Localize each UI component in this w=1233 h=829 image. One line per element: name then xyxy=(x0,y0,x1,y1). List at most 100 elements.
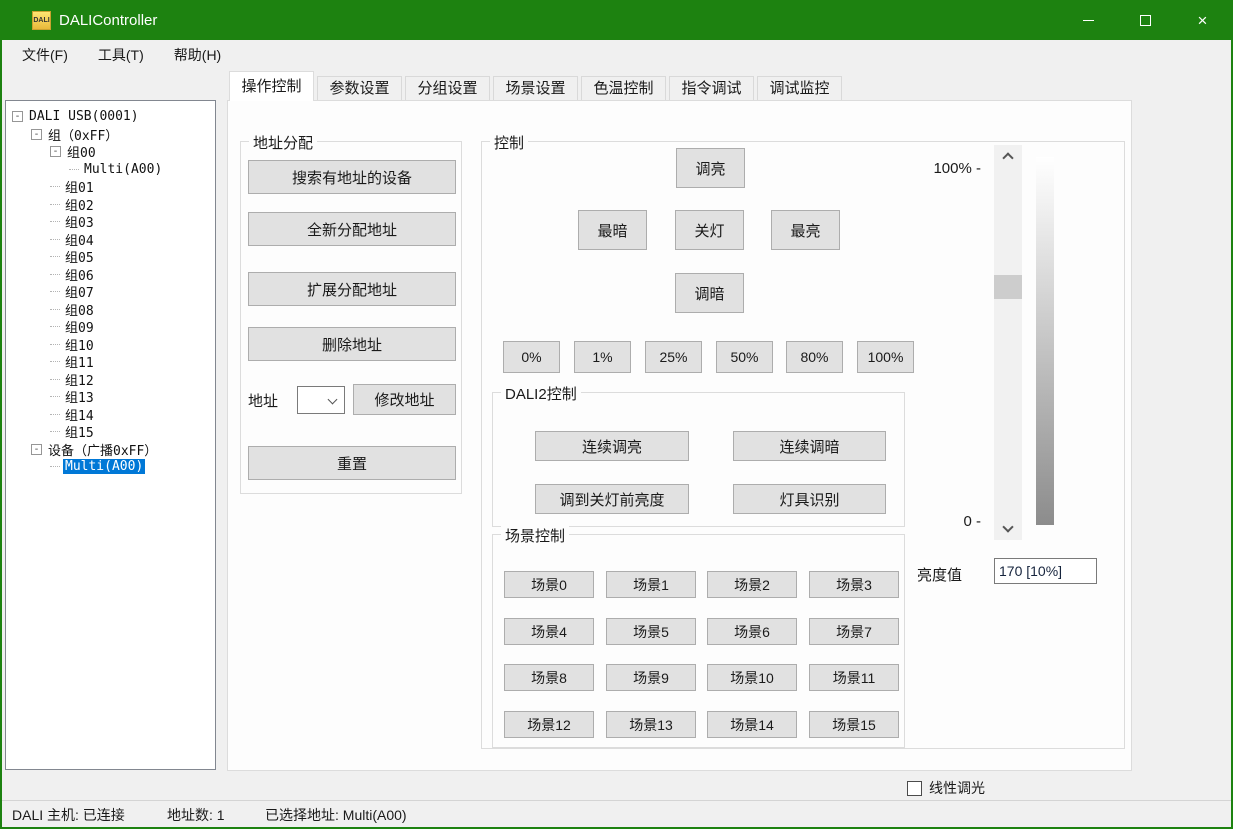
scrollbar-thumb[interactable] xyxy=(994,275,1022,299)
scene-button-9[interactable]: 场景9 xyxy=(606,664,696,691)
tree-item-label[interactable]: Multi(A00) xyxy=(82,162,164,177)
tree-item[interactable]: -设备（广播0xFF） xyxy=(6,441,215,459)
tree-item-label[interactable]: DALI USB(0001) xyxy=(27,109,141,124)
tree-item-label[interactable]: 组06 xyxy=(63,265,96,284)
percent-button-50%[interactable]: 50% xyxy=(716,341,773,373)
tree-item[interactable]: 组14 xyxy=(6,406,215,424)
scene-button-4[interactable]: 场景4 xyxy=(504,618,594,645)
dim-up-button[interactable]: 调亮 xyxy=(676,148,745,188)
scene-button-10[interactable]: 场景10 xyxy=(707,664,797,691)
tree-item-label[interactable]: 组11 xyxy=(63,352,96,371)
scene-button-15[interactable]: 场景15 xyxy=(809,711,899,738)
min-button[interactable]: 最暗 xyxy=(578,210,647,250)
scroll-down-icon[interactable] xyxy=(1002,521,1013,532)
scene-button-6[interactable]: 场景6 xyxy=(707,618,797,645)
tree-item-label[interactable]: 组08 xyxy=(63,300,96,319)
tree-item[interactable]: -组00 xyxy=(6,143,215,161)
goto-last-level-button[interactable]: 调到关灯前亮度 xyxy=(535,484,689,514)
delete-address-button[interactable]: 删除地址 xyxy=(248,327,456,361)
tree-item[interactable]: 组11 xyxy=(6,353,215,371)
percent-button-100%[interactable]: 100% xyxy=(857,341,914,373)
tree-item-label[interactable]: 组09 xyxy=(63,317,96,336)
percent-button-80%[interactable]: 80% xyxy=(786,341,843,373)
scene-button-13[interactable]: 场景13 xyxy=(606,711,696,738)
scene-button-7[interactable]: 场景7 xyxy=(809,618,899,645)
tree-item-label[interactable]: 组03 xyxy=(63,212,96,231)
tab-2[interactable]: 分组设置 xyxy=(405,76,490,101)
scene-button-3[interactable]: 场景3 xyxy=(809,571,899,598)
tree-item[interactable]: -组（0xFF） xyxy=(6,126,215,144)
minimize-button[interactable] xyxy=(1060,0,1117,40)
tree-item[interactable]: 组12 xyxy=(6,371,215,389)
tab-1[interactable]: 参数设置 xyxy=(317,76,402,101)
reset-button[interactable]: 重置 xyxy=(248,446,456,480)
continuous-dim-down-button[interactable]: 连续调暗 xyxy=(733,431,886,461)
percent-button-0%[interactable]: 0% xyxy=(503,341,560,373)
scene-button-8[interactable]: 场景8 xyxy=(504,664,594,691)
brightness-scrollbar[interactable] xyxy=(994,145,1022,540)
percent-button-25%[interactable]: 25% xyxy=(645,341,702,373)
menu-item-tools[interactable]: 工具(T) xyxy=(88,45,154,65)
close-button[interactable]: × xyxy=(1174,0,1231,40)
lamp-off-button[interactable]: 关灯 xyxy=(675,210,744,250)
tree-item[interactable]: Multi(A00) xyxy=(6,161,215,179)
dim-down-button[interactable]: 调暗 xyxy=(675,273,744,313)
scene-button-11[interactable]: 场景11 xyxy=(809,664,899,691)
brightness-value-field[interactable]: 170 [10%] xyxy=(994,558,1097,584)
tab-0[interactable]: 操作控制 xyxy=(229,71,314,101)
percent-button-1%[interactable]: 1% xyxy=(574,341,631,373)
tree-item-label[interactable]: 组12 xyxy=(63,370,96,389)
extend-assign-address-button[interactable]: 扩展分配地址 xyxy=(248,272,456,306)
tree-item-label[interactable]: 组14 xyxy=(63,405,96,424)
tree-item[interactable]: 组09 xyxy=(6,318,215,336)
tab-3[interactable]: 场景设置 xyxy=(493,76,578,101)
tree-item-label[interactable]: 组01 xyxy=(63,177,96,196)
tree-item[interactable]: 组04 xyxy=(6,231,215,249)
scene-button-0[interactable]: 场景0 xyxy=(504,571,594,598)
tree-item-label[interactable]: Multi(A00) xyxy=(63,459,145,474)
assign-new-address-button[interactable]: 全新分配地址 xyxy=(248,212,456,246)
tree-item[interactable]: -DALI USB(0001) xyxy=(6,108,215,126)
scene-button-5[interactable]: 场景5 xyxy=(606,618,696,645)
tree-item[interactable]: 组01 xyxy=(6,178,215,196)
tab-6[interactable]: 调试监控 xyxy=(757,76,842,101)
tree-item[interactable]: 组10 xyxy=(6,336,215,354)
modify-address-button[interactable]: 修改地址 xyxy=(353,384,456,415)
tree-item[interactable]: 组08 xyxy=(6,301,215,319)
tab-5[interactable]: 指令调试 xyxy=(669,76,754,101)
tree-item[interactable]: Multi(A00) xyxy=(6,458,215,476)
tree-expander-icon[interactable]: - xyxy=(31,444,42,455)
continuous-dim-up-button[interactable]: 连续调亮 xyxy=(535,431,689,461)
lamp-identify-button[interactable]: 灯具识别 xyxy=(733,484,886,514)
tree-item[interactable]: 组07 xyxy=(6,283,215,301)
tree-item-label[interactable]: 组04 xyxy=(63,230,96,249)
linear-dimming-checkbox[interactable] xyxy=(907,781,922,796)
tree-item-label[interactable]: 设备（广播0xFF） xyxy=(46,440,159,459)
maximize-button[interactable] xyxy=(1117,0,1174,40)
scroll-up-icon[interactable] xyxy=(1002,152,1013,163)
scene-button-1[interactable]: 场景1 xyxy=(606,571,696,598)
tree-item[interactable]: 组03 xyxy=(6,213,215,231)
menu-item-help[interactable]: 帮助(H) xyxy=(164,45,231,65)
max-button[interactable]: 最亮 xyxy=(771,210,840,250)
search-addressed-devices-button[interactable]: 搜索有地址的设备 xyxy=(248,160,456,194)
tree-item-label[interactable]: 组07 xyxy=(63,282,96,301)
address-combobox[interactable] xyxy=(297,386,345,414)
tree-item-label[interactable]: 组00 xyxy=(65,142,98,161)
tree-item-label[interactable]: 组02 xyxy=(63,195,96,214)
tab-4[interactable]: 色温控制 xyxy=(581,76,666,101)
tree-item-label[interactable]: 组10 xyxy=(63,335,96,354)
tree-expander-icon[interactable]: - xyxy=(31,129,42,140)
scene-button-14[interactable]: 场景14 xyxy=(707,711,797,738)
menu-item-file[interactable]: 文件(F) xyxy=(12,45,78,65)
tree-item[interactable]: 组05 xyxy=(6,248,215,266)
scene-button-2[interactable]: 场景2 xyxy=(707,571,797,598)
tree-item[interactable]: 组02 xyxy=(6,196,215,214)
tree-expander-icon[interactable]: - xyxy=(50,146,61,157)
tree-item-label[interactable]: 组15 xyxy=(63,422,96,441)
scene-button-12[interactable]: 场景12 xyxy=(504,711,594,738)
tree-item[interactable]: 组13 xyxy=(6,388,215,406)
tree-item-label[interactable]: 组（0xFF） xyxy=(46,125,120,144)
tree-expander-icon[interactable]: - xyxy=(12,111,23,122)
tree-item[interactable]: 组15 xyxy=(6,423,215,441)
